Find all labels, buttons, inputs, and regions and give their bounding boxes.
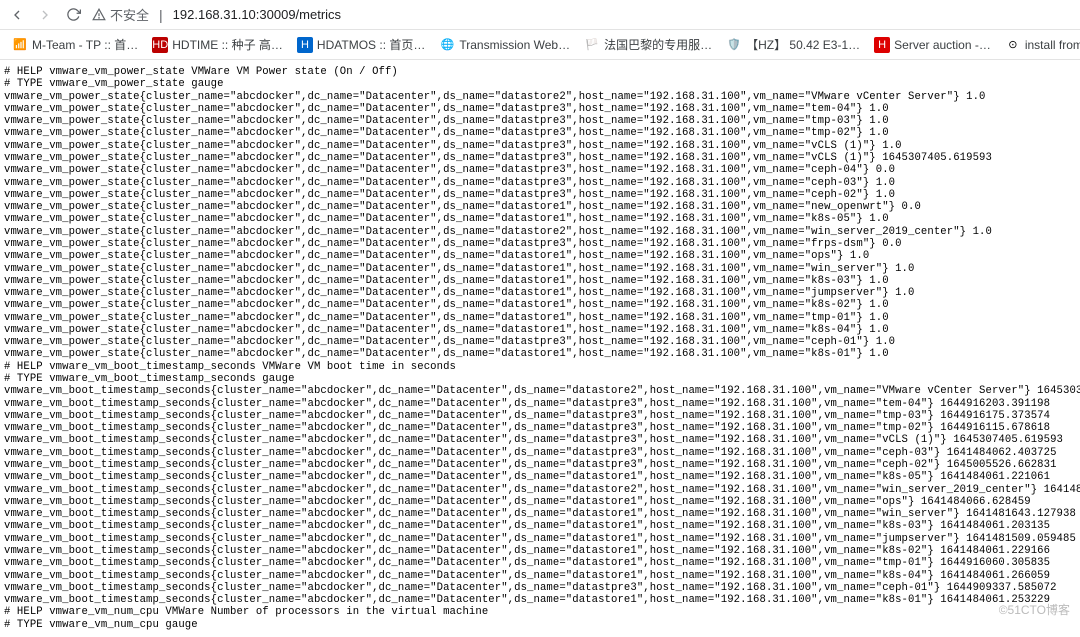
browser-toolbar: 不安全 | 192.168.31.10:30009/metrics (0, 0, 1080, 30)
bookmark-label: HDTIME :: 种子 高… (172, 36, 283, 53)
address-bar[interactable]: 192.168.31.10:30009/metrics (173, 7, 341, 22)
forward-button[interactable] (36, 6, 54, 24)
favicon: HD (152, 37, 168, 53)
favicon: 🛡️ (726, 37, 742, 53)
bookmark-label: 【HZ】 50.42 E3-1… (746, 36, 860, 53)
reload-button[interactable] (64, 6, 82, 24)
bookmark-item[interactable]: HDHDTIME :: 种子 高… (148, 34, 287, 55)
insecure-label: 不安全 (110, 5, 149, 24)
favicon: 📶 (12, 37, 28, 53)
bookmark-label: Transmission Web… (459, 38, 570, 52)
warning-icon (92, 8, 106, 22)
bookmark-item[interactable]: ⊙ install from zip · r… (1001, 35, 1080, 55)
favicon: H (874, 37, 890, 53)
bookmark-label: 法国巴黎的专用服… (604, 36, 712, 53)
metrics-output: # HELP vmware_vm_power_state VMWare VM P… (0, 60, 1080, 637)
bookmark-label: HDATMOS :: 首页… (317, 36, 425, 53)
back-button[interactable] (8, 6, 26, 24)
favicon: H (297, 37, 313, 53)
bookmark-label: M-Team - TP :: 首… (32, 36, 138, 53)
favicon: 🌐 (439, 37, 455, 53)
bookmark-label: Server auction -… (894, 38, 991, 52)
bookmark-item[interactable]: H Server auction -… (870, 35, 995, 55)
security-indicator[interactable]: 不安全 (92, 5, 149, 24)
watermark: ©51CTO博客 (999, 601, 1070, 618)
bookmark-item[interactable]: 🛡️【HZ】 50.42 E3-1… (722, 34, 864, 55)
bookmark-item[interactable]: 📶M-Team - TP :: 首… (8, 34, 142, 55)
bookmark-item[interactable]: 🌐 Transmission Web… (435, 35, 574, 55)
bookmark-label: install from zip · r… (1025, 38, 1080, 52)
favicon: ⊙ (1005, 37, 1021, 53)
favicon: 🏳️ (584, 37, 600, 53)
bookmarks-bar: 📶M-Team - TP :: 首…HDHDTIME :: 种子 高…HHDAT… (0, 30, 1080, 60)
bookmark-item[interactable]: HHDATMOS :: 首页… (293, 34, 429, 55)
bookmark-item[interactable]: 🏳️法国巴黎的专用服… (580, 34, 716, 55)
